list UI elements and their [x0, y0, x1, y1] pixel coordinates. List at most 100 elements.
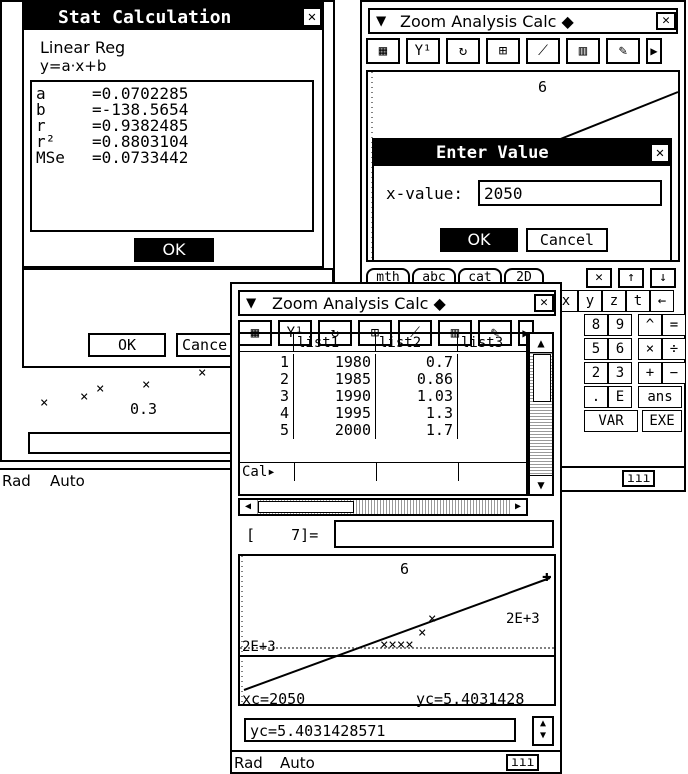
draw-graph-icon[interactable]: ⟋	[526, 38, 560, 64]
menu-title[interactable]: Zoom Analysis Calc ◆	[400, 14, 574, 30]
scroll-hthumb[interactable]	[258, 501, 354, 513]
sketch-icon[interactable]: ✎	[606, 38, 640, 64]
key-20[interactable]: VAR	[584, 410, 638, 432]
column-header[interactable]: list2	[376, 334, 458, 352]
table-row[interactable]: 5 2000 1.7	[240, 422, 528, 439]
table-icon[interactable]: ▦	[366, 38, 400, 64]
table-cell[interactable]: 1990	[294, 388, 376, 405]
table-cell[interactable]	[458, 354, 528, 371]
table-cell[interactable]: 1980	[294, 354, 376, 371]
table-cell[interactable]	[458, 371, 528, 388]
graph-point: ×	[40, 395, 49, 411]
key-14[interactable]: 3	[608, 362, 632, 384]
table-cell[interactable]: 1.03	[376, 388, 458, 405]
cell-entry-field[interactable]	[334, 520, 554, 548]
key-2[interactable]: z	[602, 290, 626, 312]
toolbar-more-icon[interactable]: ▶	[646, 38, 662, 64]
table-row[interactable]: 1 1980 0.7	[240, 354, 528, 371]
key-18[interactable]: E	[608, 386, 632, 408]
key-4[interactable]: ←	[650, 290, 674, 312]
table-cell[interactable]: 0.86	[376, 371, 458, 388]
scroll-up-icon[interactable]: ▲	[530, 334, 552, 353]
enter-cancel-button[interactable]: Cancel	[526, 228, 608, 252]
result-value: =0.0733442	[92, 148, 189, 167]
key-10[interactable]: 6	[608, 338, 632, 360]
key-15[interactable]: +	[638, 362, 662, 384]
calc-cell[interactable]	[458, 463, 459, 481]
menu-chevron-icon[interactable]: ▼	[376, 13, 386, 30]
enter-ok-button[interactable]: OK	[440, 228, 518, 252]
graph-point: ×	[142, 377, 151, 393]
table-cell[interactable]: 5	[240, 422, 294, 439]
calc-row[interactable]: Cal▸	[240, 462, 526, 481]
x-value-input[interactable]: 2050	[478, 180, 662, 206]
table-cell[interactable]: 1	[240, 354, 294, 371]
key-12[interactable]: ÷	[662, 338, 686, 360]
key-7[interactable]: ^	[638, 314, 662, 336]
key-5[interactable]: 8	[584, 314, 608, 336]
table-row[interactable]: 2 1985 0.86	[240, 371, 528, 388]
column-header[interactable]	[240, 334, 294, 352]
key-11[interactable]: ×	[638, 338, 662, 360]
key-13[interactable]: 2	[584, 362, 608, 384]
horizontal-scrollbar[interactable]: ◀ ▶	[238, 498, 528, 516]
graph-entry-text: yc=5.4031428571	[250, 722, 386, 740]
key-17[interactable]: .	[584, 386, 608, 408]
scroll-down-icon[interactable]: ▼	[530, 475, 552, 494]
entry-stepper[interactable]: ▲ ▼	[532, 716, 554, 746]
table-row[interactable]: 4 1995 1.3	[240, 405, 528, 422]
scroll-right-icon[interactable]: ▶	[510, 500, 526, 514]
scroll-left-icon[interactable]: ◀	[240, 500, 256, 514]
key-8[interactable]: =	[662, 314, 686, 336]
table-cell[interactable]: 1.7	[376, 422, 458, 439]
table-row[interactable]: 3 1990 1.03	[240, 388, 528, 405]
table-cell[interactable]: 4	[240, 405, 294, 422]
graph-point: ×	[428, 611, 437, 627]
vertical-scrollbar[interactable]: ▲ ▼	[528, 332, 554, 496]
table-cell[interactable]: 0.7	[376, 354, 458, 371]
graph-entry-field[interactable]: yc=5.4031428571	[244, 718, 516, 742]
close-icon[interactable]: ✕	[534, 294, 554, 312]
table-cell[interactable]: 3	[240, 388, 294, 405]
zoom-box-icon[interactable]: ⊞	[486, 38, 520, 64]
scroll-thumb[interactable]	[533, 354, 551, 402]
column-header[interactable]: list1	[294, 334, 376, 352]
stat-ok-button[interactable]: OK	[134, 238, 214, 262]
menu-title[interactable]: Zoom Analysis Calc ◆	[272, 296, 446, 312]
table-cell[interactable]: 1995	[294, 405, 376, 422]
table-cell[interactable]: 2000	[294, 422, 376, 439]
stat-graph-icon[interactable]: ▥	[566, 38, 600, 64]
key-6[interactable]: 9	[608, 314, 632, 336]
calc-cell[interactable]	[294, 463, 295, 481]
graph-editor-icon[interactable]: Y¹	[406, 38, 440, 64]
up-arrow-icon[interactable]: ↑	[618, 268, 644, 288]
column-header[interactable]: list3	[458, 334, 528, 352]
close-icon[interactable]: ✕	[656, 12, 676, 30]
regression-formula: y=a·x+b	[40, 57, 107, 75]
key-1[interactable]: y	[578, 290, 602, 312]
calc-cell[interactable]	[376, 463, 377, 481]
table-cell[interactable]	[458, 388, 528, 405]
table-cell[interactable]: 1985	[294, 371, 376, 388]
key-9[interactable]: 5	[584, 338, 608, 360]
key-21[interactable]: EXE	[642, 410, 682, 432]
menu-chevron-icon[interactable]: ▼	[246, 295, 256, 312]
graph-label: 0.3	[130, 400, 158, 418]
table-cell[interactable]: 2	[240, 371, 294, 388]
table-cell[interactable]	[458, 422, 528, 439]
close-icon[interactable]: ✕	[302, 7, 322, 27]
key-16[interactable]: −	[662, 362, 686, 384]
table-cell[interactable]	[458, 405, 528, 422]
x-value-label: x-value:	[386, 184, 464, 203]
key-19[interactable]: ans	[638, 386, 682, 408]
close-icon[interactable]: ✕	[650, 143, 670, 163]
key-3[interactable]: t	[626, 290, 650, 312]
status-angle: Rad	[2, 472, 31, 490]
table-cell[interactable]: 1.3	[376, 405, 458, 422]
behind-ok-button[interactable]: OK	[88, 333, 166, 357]
down-arrow-icon[interactable]: ↓	[650, 268, 676, 288]
calc-row-label[interactable]: Cal▸	[242, 464, 276, 480]
redraw-icon[interactable]: ↻	[446, 38, 480, 64]
enter-toolbar: ▦ Y¹ ↻ ⊞ ⟋ ▥ ✎ ▶	[366, 38, 662, 66]
close-icon[interactable]: ✕	[586, 268, 612, 288]
